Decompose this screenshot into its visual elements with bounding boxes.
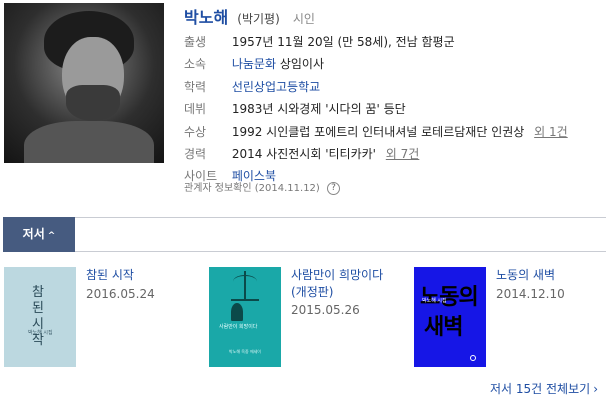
- info-education: 학력 선린상업고등학교: [184, 76, 604, 98]
- hanja-name: (박기평): [237, 12, 280, 26]
- book-cover[interactable]: 참된 시작 박노해 시집: [4, 267, 76, 367]
- photo-jacket: [24, 121, 154, 163]
- cover-subtitle: 박노해 시집: [422, 298, 447, 304]
- book-cover[interactable]: 사람만이 희망이다 박노해 옥중 에세이: [209, 267, 281, 367]
- view-all-books-label: 저서 15건 전체보기: [490, 382, 591, 396]
- book-date: 2016.05.24: [86, 287, 155, 301]
- info-label: 경력: [184, 146, 207, 161]
- chevron-right-icon: ›: [593, 382, 598, 396]
- info-awards: 수상 1992 시인클럽 포에트리 인터내셔널 로테르담재단 인권상 외 1건: [184, 121, 604, 143]
- info-label: 학력: [184, 79, 207, 94]
- book-title-line: 사람만이 희망이다: [291, 268, 384, 282]
- tree-illustration: [231, 271, 259, 301]
- book-title-link[interactable]: 사람만이 희망이다 (개정판): [291, 267, 383, 301]
- profile-info: 출생 1957년 11월 20일 (만 58세), 전남 함평군 소속 나눔문화…: [184, 31, 604, 188]
- book-title-link[interactable]: 참된 시작: [86, 267, 134, 284]
- publisher-mark-icon: [470, 355, 476, 361]
- view-all-books-link[interactable]: 저서 15건 전체보기 ›: [490, 380, 598, 397]
- tab-books[interactable]: 저서 ^: [3, 217, 75, 252]
- info-value: 1992 시인클럽 포에트리 인터내셔널 로테르담재단 인권상: [231, 124, 525, 139]
- education-link[interactable]: 선린상업고등학교: [232, 80, 320, 94]
- info-label: 출생: [184, 35, 207, 49]
- info-career: 경력 2014 사진전시회 '티티카카' 외 7건: [184, 143, 604, 165]
- cover-title: 사람만이 희망이다: [219, 324, 258, 330]
- book-cover[interactable]: 노동의 박노해 시집 새벽: [414, 267, 486, 367]
- info-affiliation: 소속 나눔문화 상임이사: [184, 53, 604, 75]
- info-value: 2014 사진전시회 '티티카카': [231, 146, 376, 161]
- info-debut: 데뷔 1983년 시와경제 '시다의 꿈' 등단: [184, 98, 604, 120]
- section-tab-bar: 저서 ^: [3, 217, 606, 252]
- cover-title: 새벽: [424, 315, 463, 340]
- cover-title: 노동의: [420, 285, 479, 310]
- cover-title: 참된 시작: [32, 285, 44, 348]
- info-birth: 출생 1957년 11월 20일 (만 58세), 전남 함평군: [184, 31, 604, 53]
- person-name-link[interactable]: 박노해: [184, 8, 228, 27]
- info-value: 1957년 11월 20일 (만 58세), 전남 함평군: [231, 35, 455, 49]
- info-value: 1983년 시와경제 '시다의 꿈' 등단: [231, 102, 406, 117]
- cover-subtitle: 박노해 옥중 에세이: [229, 349, 261, 354]
- figure-illustration: [231, 303, 243, 321]
- book-date: 2014.12.10: [496, 287, 565, 301]
- book-title-link[interactable]: 노동의 새벽: [496, 267, 555, 284]
- affiliation-link[interactable]: 나눔문화: [232, 57, 276, 71]
- occupation: 시인: [292, 12, 315, 26]
- photo-beard: [66, 85, 120, 121]
- name-row: 박노해 (박기평) 시인: [184, 4, 315, 27]
- info-label: 수상: [184, 124, 207, 139]
- verification-info: 관계자 정보확인 (2014.11.12) ?: [184, 179, 341, 195]
- career-more-link[interactable]: 외 7건: [386, 147, 420, 161]
- info-label: 데뷔: [184, 102, 207, 117]
- profile-photo[interactable]: [4, 3, 164, 163]
- awards-more-link[interactable]: 외 1건: [534, 125, 568, 139]
- info-label: 소속: [184, 57, 207, 72]
- book-title-line: (개정판): [291, 285, 334, 299]
- help-icon[interactable]: ?: [327, 181, 341, 195]
- caret-up-icon: ^: [47, 231, 56, 241]
- cover-subtitle: 박노해 시집: [28, 330, 53, 336]
- tab-books-label: 저서: [22, 227, 45, 241]
- book-date: 2015.05.26: [291, 303, 360, 317]
- info-value: 상임이사: [279, 57, 324, 72]
- verification-text: 관계자 정보확인 (2014.11.12): [184, 183, 320, 194]
